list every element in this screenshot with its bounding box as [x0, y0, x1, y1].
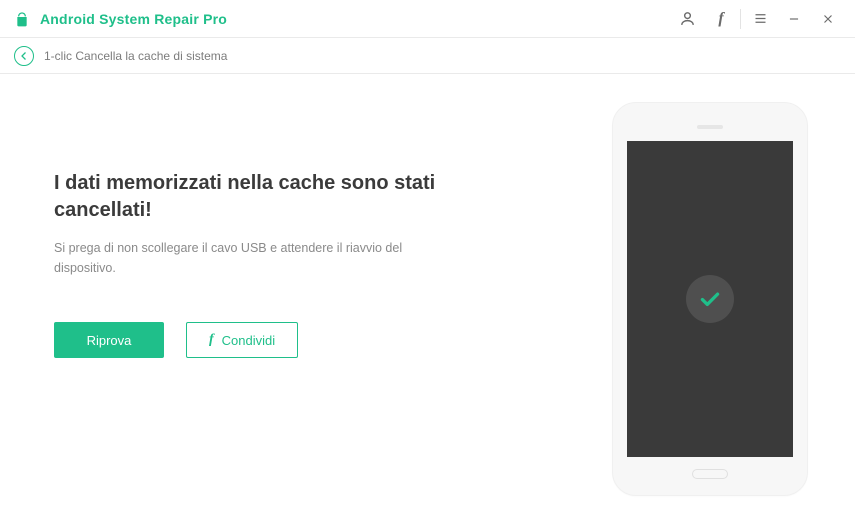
device-preview: [565, 74, 855, 528]
breadcrumb-bar: 1-clic Cancella la cache di sistema: [0, 38, 855, 74]
app-logo-icon: [14, 11, 30, 27]
account-icon[interactable]: [670, 0, 704, 38]
content-area: I dati memorizzati nella cache sono stat…: [0, 74, 855, 528]
share-button-label: Condividi: [222, 333, 275, 348]
back-button[interactable]: [14, 46, 34, 66]
phone-earpiece: [697, 125, 723, 129]
retry-button-label: Riprova: [87, 333, 132, 348]
message-pane: I dati memorizzati nella cache sono stat…: [0, 74, 565, 528]
titlebar: Android System Repair Pro f: [0, 0, 855, 38]
action-buttons: Riprova f Condividi: [54, 322, 545, 358]
phone-frame: [612, 102, 808, 496]
close-button[interactable]: [811, 0, 845, 38]
facebook-icon[interactable]: f: [704, 0, 738, 38]
app-title: Android System Repair Pro: [40, 11, 227, 27]
facebook-share-icon: f: [209, 332, 214, 348]
minimize-button[interactable]: [777, 0, 811, 38]
subtext: Si prega di non scollegare il cavo USB e…: [54, 238, 414, 278]
menu-icon[interactable]: [743, 0, 777, 38]
retry-button[interactable]: Riprova: [54, 322, 164, 358]
share-button[interactable]: f Condividi: [186, 322, 298, 358]
titlebar-divider: [740, 9, 741, 29]
phone-home-button: [692, 469, 728, 479]
headline: I dati memorizzati nella cache sono stat…: [54, 170, 454, 224]
phone-screen: [627, 141, 793, 457]
breadcrumb-label: 1-clic Cancella la cache di sistema: [44, 49, 227, 63]
success-check-icon: [686, 275, 734, 323]
